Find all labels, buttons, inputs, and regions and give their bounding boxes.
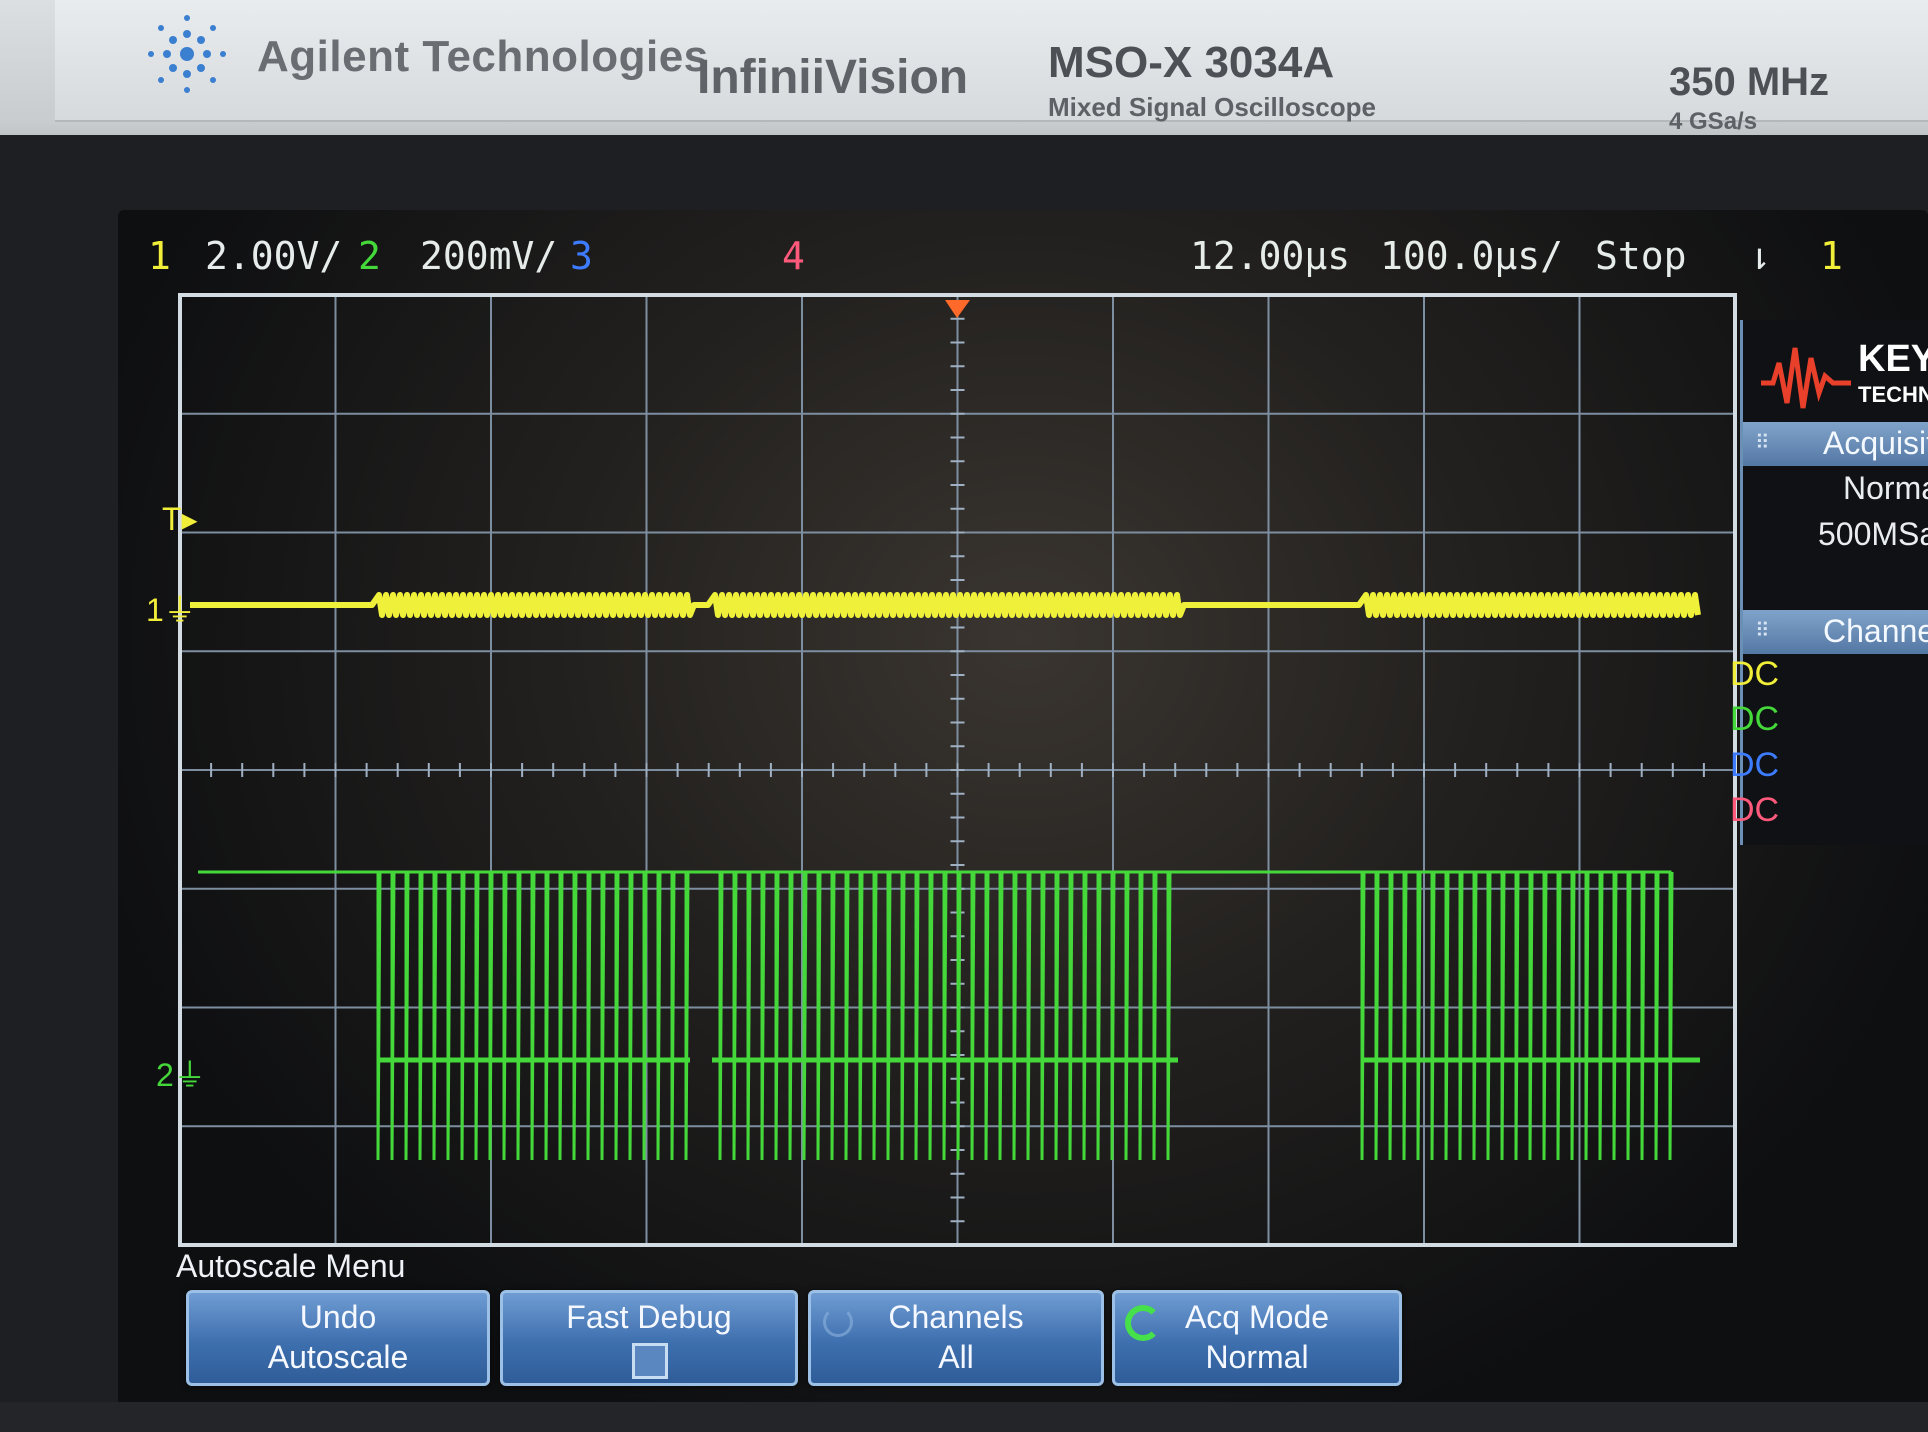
undo-autoscale-button[interactable]: Undo Autoscale: [186, 1290, 490, 1386]
side-logo-sub: TECHN: [1858, 382, 1928, 407]
acq-mode-value: Normal: [1205, 1339, 1309, 1375]
channels-header[interactable]: ⠿ Channel: [1743, 610, 1928, 654]
ch2-coupling: DC: [1730, 700, 1780, 738]
ch2-ground-marker[interactable]: 2⏚: [156, 1050, 206, 1096]
ch2-waveform: [198, 870, 1674, 1161]
acq-mode-label: Acq Mode: [1184, 1299, 1330, 1335]
fast-debug-button[interactable]: Fast Debug: [500, 1290, 798, 1386]
channels-button[interactable]: Channels All: [808, 1290, 1104, 1386]
grip-icon: ⠿: [1755, 620, 1770, 642]
fast-debug-checkbox[interactable]: [632, 1343, 668, 1379]
ch1-ground-marker[interactable]: 1⏚: [146, 585, 196, 631]
waveform-display: [178, 293, 1737, 1247]
trigger-position-marker: [945, 300, 970, 318]
ch1-coupling: DC: [1730, 655, 1780, 693]
ch4-coupling: DC: [1730, 791, 1780, 829]
acquisition-mode-value: Norma: [1843, 470, 1928, 506]
fast-debug-label: Fast Debug: [566, 1299, 732, 1335]
bottom-bezel: [0, 1402, 1928, 1432]
side-logo-text: KEY: [1858, 338, 1928, 380]
menu-title: Autoscale Menu: [176, 1248, 406, 1284]
autoscale-label: Autoscale: [267, 1339, 409, 1375]
channels-label: Channels: [888, 1299, 1024, 1335]
ch1-waveform: [190, 592, 1701, 618]
undo-label: Undo: [299, 1299, 377, 1335]
acquisition-rate-value: 500MSa: [1818, 516, 1928, 552]
grip-icon: ⠿: [1755, 432, 1770, 454]
acq-mode-button[interactable]: Acq Mode Normal: [1112, 1290, 1402, 1386]
acquisition-header[interactable]: ⠿ Acquisit: [1743, 422, 1928, 466]
ch3-coupling: DC: [1730, 746, 1780, 784]
trigger-level-marker[interactable]: T▸: [162, 500, 198, 538]
channels-value: All: [938, 1339, 974, 1375]
keysight-wave-logo-icon: [1761, 347, 1851, 409]
